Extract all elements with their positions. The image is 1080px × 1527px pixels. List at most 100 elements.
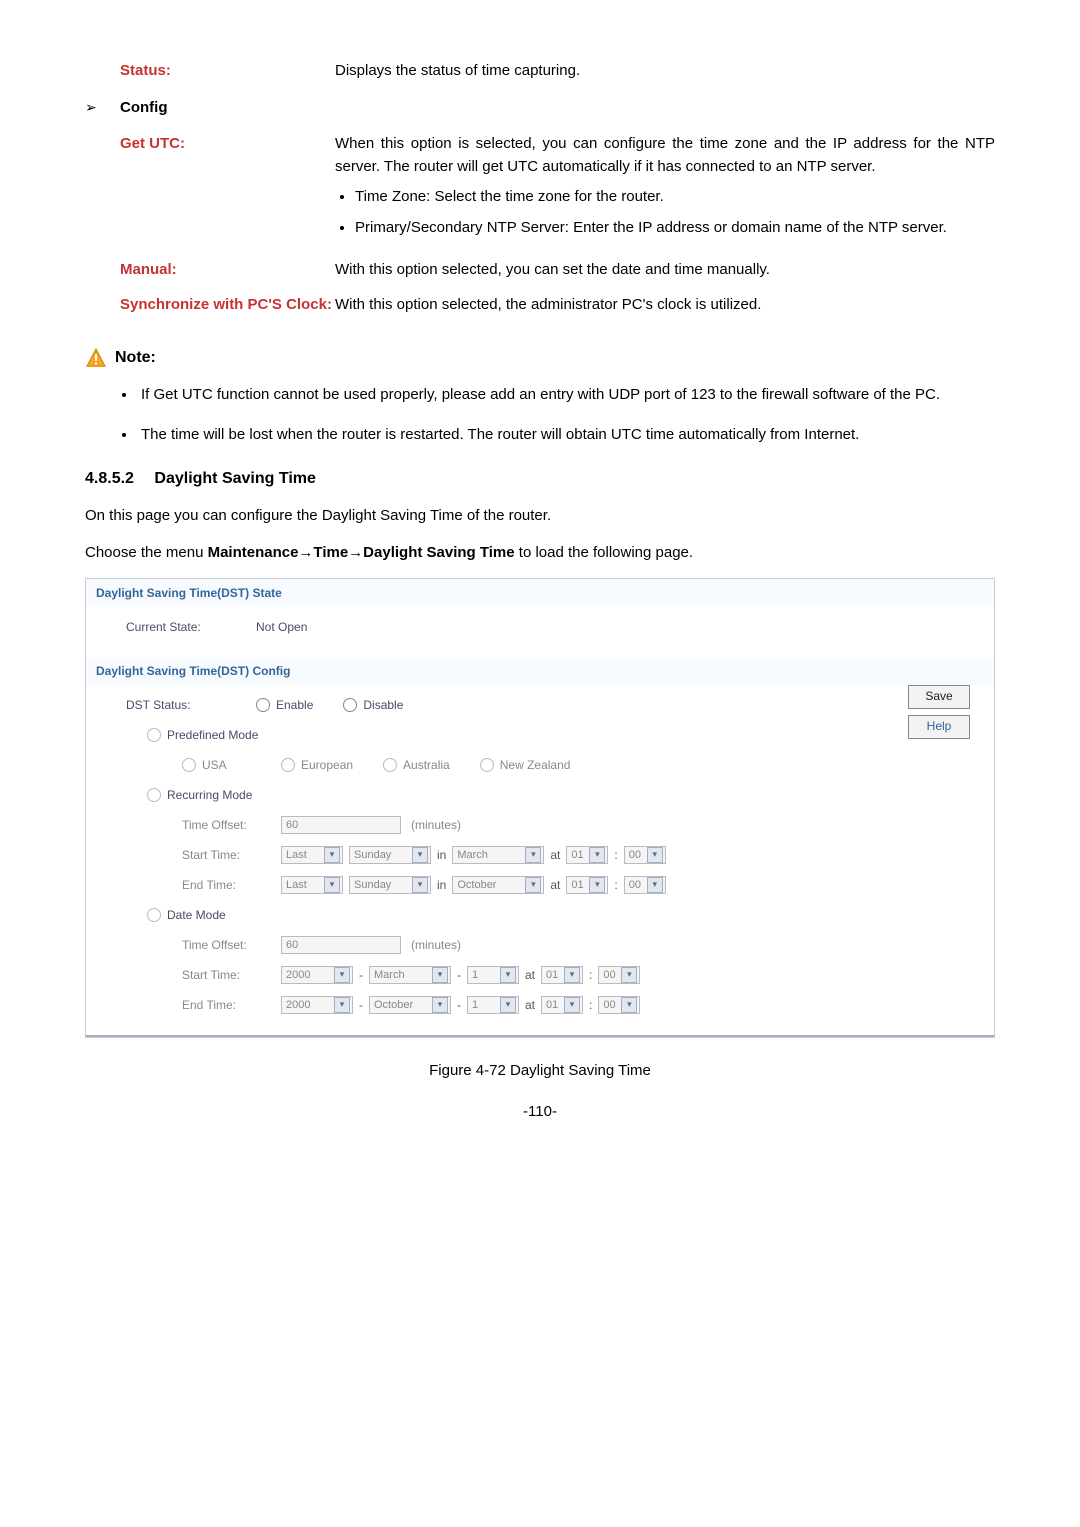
getutc-bullet-timezone: Time Zone: Select the time zone for the …	[355, 186, 995, 209]
recurring-start-month[interactable]: March▾	[452, 846, 544, 864]
date-end-month[interactable]: October▾	[369, 996, 451, 1014]
in-word-1: in	[437, 846, 446, 864]
config-heading: Config	[120, 97, 167, 120]
radio-region-usa[interactable]	[182, 758, 196, 772]
nav-instruction: Choose the menu Maintenance→Time→Dayligh…	[85, 542, 995, 565]
term-getutc: Get UTC:	[85, 133, 335, 156]
chevron-down-icon: ▾	[324, 877, 340, 893]
chevron-down-icon: ▾	[432, 967, 448, 983]
date-start-day[interactable]: 1▾	[467, 966, 519, 984]
section-intro: On this page you can configure the Dayli…	[85, 505, 995, 528]
recurring-end-month[interactable]: October▾	[452, 876, 544, 894]
radio-date-mode[interactable]	[147, 908, 161, 922]
term-sync-pc-clock: Synchronize with PC'S Clock:	[85, 294, 335, 317]
date-time-offset-input[interactable]: 60	[281, 936, 401, 954]
warning-icon	[85, 347, 107, 369]
chevron-down-icon: ▾	[334, 997, 350, 1013]
dash-2: -	[457, 966, 461, 984]
date-end-minute[interactable]: 00▾	[598, 996, 640, 1014]
region-australia-label: Australia	[403, 756, 450, 774]
region-newzealand-label: New Zealand	[500, 756, 571, 774]
recurring-end-week[interactable]: Last▾	[281, 876, 343, 894]
recurring-end-minute[interactable]: 00▾	[624, 876, 666, 894]
dst-status-label: DST Status:	[126, 696, 256, 714]
radio-predefined-mode[interactable]	[147, 728, 161, 742]
recurring-end-time-label: End Time:	[126, 876, 281, 894]
date-start-time-label: Start Time:	[126, 966, 281, 984]
date-time-offset-label: Time Offset:	[126, 936, 281, 954]
in-word-2: in	[437, 876, 446, 894]
chevron-down-icon: ▾	[621, 997, 637, 1013]
chevron-down-icon: ▾	[525, 877, 541, 893]
dst-state-title: Daylight Saving Time(DST) State	[86, 579, 994, 607]
chevron-down-icon: ▾	[589, 877, 605, 893]
term-status: Status:	[85, 60, 335, 83]
chevron-down-icon: ▾	[647, 877, 663, 893]
recurring-start-week[interactable]: Last▾	[281, 846, 343, 864]
arrow-bullet-icon: ➢	[85, 97, 120, 118]
date-start-hour[interactable]: 01▾	[541, 966, 583, 984]
date-mode-label: Date Mode	[167, 906, 226, 924]
minutes-label-1: (minutes)	[411, 816, 461, 834]
current-state-label: Current State:	[126, 618, 256, 636]
region-european-label: European	[301, 756, 353, 774]
radio-recurring-mode[interactable]	[147, 788, 161, 802]
nav-path: Maintenance→Time→Daylight Saving Time	[208, 544, 515, 561]
dst-config-title: Daylight Saving Time(DST) Config	[86, 657, 994, 685]
radio-region-european[interactable]	[281, 758, 295, 772]
page-number: -110-	[85, 1101, 995, 1124]
chevron-down-icon: ▾	[564, 967, 580, 983]
radio-disable[interactable]	[343, 698, 357, 712]
dash-4: -	[457, 996, 461, 1014]
current-state-value: Not Open	[256, 618, 307, 636]
dst-panel: Daylight Saving Time(DST) State Current …	[85, 578, 995, 1038]
radio-enable[interactable]	[256, 698, 270, 712]
minutes-label-2: (minutes)	[411, 936, 461, 954]
section-title: Daylight Saving Time	[154, 470, 316, 487]
desc-status: Displays the status of time capturing.	[335, 60, 995, 83]
region-usa-label: USA	[202, 756, 227, 774]
recurring-end-day[interactable]: Sunday▾	[349, 876, 431, 894]
section-heading: 4.8.5.2 Daylight Saving Time	[85, 467, 995, 491]
recurring-time-offset-input[interactable]: 60	[281, 816, 401, 834]
date-end-day[interactable]: 1▾	[467, 996, 519, 1014]
recurring-start-time-label: Start Time:	[126, 846, 281, 864]
date-end-year[interactable]: 2000▾	[281, 996, 353, 1014]
getutc-bullet-ntp: Primary/Secondary NTP Server: Enter the …	[355, 217, 995, 240]
dash-1: -	[359, 966, 363, 984]
chevron-down-icon: ▾	[412, 877, 428, 893]
date-end-time-label: End Time:	[126, 996, 281, 1014]
figure-caption: Figure 4-72 Daylight Saving Time	[85, 1060, 995, 1083]
chevron-down-icon: ▾	[432, 997, 448, 1013]
recurring-end-hour[interactable]: 01▾	[566, 876, 608, 894]
at-word-1: at	[550, 846, 560, 864]
radio-region-newzealand[interactable]	[480, 758, 494, 772]
nav-suffix: to load the following page.	[515, 544, 693, 561]
radio-region-australia[interactable]	[383, 758, 397, 772]
chevron-down-icon: ▾	[647, 847, 663, 863]
recurring-start-hour[interactable]: 01▾	[566, 846, 608, 864]
save-button[interactable]: Save	[908, 685, 970, 709]
chevron-down-icon: ▾	[334, 967, 350, 983]
enable-label: Enable	[276, 696, 313, 714]
chevron-down-icon: ▾	[589, 847, 605, 863]
disable-label: Disable	[363, 696, 403, 714]
at-word-4: at	[525, 996, 535, 1014]
section-number: 4.8.5.2	[85, 470, 134, 487]
desc-getutc: When this option is selected, you can co…	[335, 133, 995, 178]
predefined-mode-label: Predefined Mode	[167, 726, 258, 744]
recurring-time-offset-label: Time Offset:	[126, 816, 281, 834]
date-start-minute[interactable]: 00▾	[598, 966, 640, 984]
help-button[interactable]: Help	[908, 715, 970, 739]
dash-3: -	[359, 996, 363, 1014]
date-end-hour[interactable]: 01▾	[541, 996, 583, 1014]
recurring-start-day[interactable]: Sunday▾	[349, 846, 431, 864]
chevron-down-icon: ▾	[324, 847, 340, 863]
nav-prefix: Choose the menu	[85, 544, 208, 561]
date-start-month[interactable]: March▾	[369, 966, 451, 984]
date-start-year[interactable]: 2000▾	[281, 966, 353, 984]
recurring-start-minute[interactable]: 00▾	[624, 846, 666, 864]
chevron-down-icon: ▾	[525, 847, 541, 863]
at-word-3: at	[525, 966, 535, 984]
chevron-down-icon: ▾	[564, 997, 580, 1013]
